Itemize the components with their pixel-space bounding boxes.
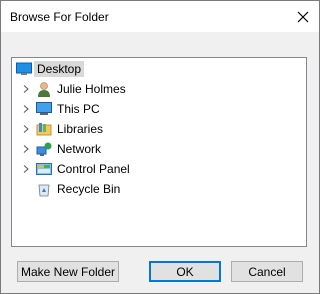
tree-item-label: Recycle Bin <box>57 182 121 196</box>
chevron-right-icon <box>23 165 29 173</box>
tree-item-label: Libraries <box>57 122 104 136</box>
tree-item-recycle-bin[interactable]: Recycle Bin <box>36 180 123 198</box>
tree-item-label: Control Panel <box>57 162 130 176</box>
computer-icon <box>36 102 52 115</box>
tree-item-julie-holmes[interactable]: Julie Holmes <box>36 80 129 98</box>
tree-item-label: Julie Holmes <box>57 82 126 96</box>
chevron-right-icon <box>23 105 29 113</box>
close-button[interactable] <box>287 1 319 32</box>
expand-network[interactable] <box>22 140 30 158</box>
chevron-right-icon <box>23 85 29 93</box>
recycle-bin-icon <box>38 184 50 197</box>
network-icon <box>36 142 52 156</box>
cancel-button[interactable]: Cancel <box>231 261 303 282</box>
tree-item-label: This PC <box>57 102 100 116</box>
tree-item-this-pc[interactable]: This PC <box>36 100 103 118</box>
expand-this-pc[interactable] <box>22 100 30 118</box>
chevron-right-icon <box>23 125 29 133</box>
control-panel-icon <box>36 163 52 175</box>
tree-item-desktop[interactable]: Desktop <box>16 60 85 78</box>
tree-item-control-panel[interactable]: Control Panel <box>36 160 133 178</box>
user-icon <box>38 82 50 97</box>
expand-libraries[interactable] <box>22 120 30 138</box>
browse-for-folder-dialog: Browse For Folder Desktop Julie Holmes T… <box>0 0 320 294</box>
expand-julie-holmes[interactable] <box>22 80 30 98</box>
folder-tree[interactable]: Desktop Julie Holmes This PC Libraries N… <box>11 57 307 247</box>
chevron-right-icon <box>23 145 29 153</box>
expand-control-panel[interactable] <box>22 160 30 178</box>
tree-item-network[interactable]: Network <box>36 140 104 158</box>
libraries-icon <box>36 123 52 136</box>
ok-button[interactable]: OK <box>149 261 221 282</box>
close-icon <box>297 11 309 22</box>
tree-item-label: Network <box>57 142 102 156</box>
desktop-icon <box>16 62 32 75</box>
tree-item-libraries[interactable]: Libraries <box>36 120 106 138</box>
make-new-folder-button[interactable]: Make New Folder <box>17 261 119 282</box>
dialog-title: Browse For Folder <box>10 10 109 24</box>
tree-item-label: Desktop <box>34 61 85 77</box>
title-bar: Browse For Folder <box>1 1 319 32</box>
